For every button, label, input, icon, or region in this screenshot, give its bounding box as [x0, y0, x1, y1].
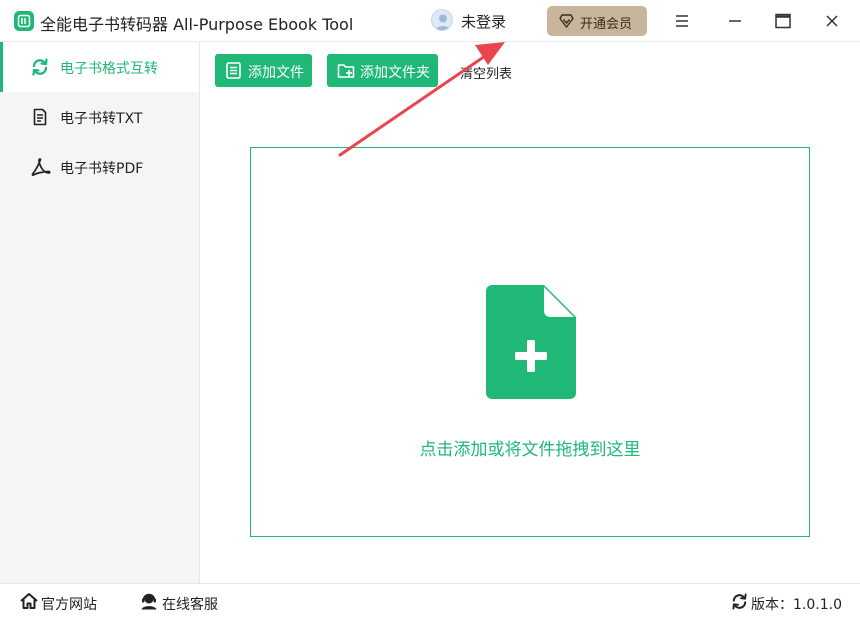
- close-icon[interactable]: [822, 11, 842, 31]
- login-status[interactable]: 未登录: [461, 11, 506, 32]
- customer-service-icon: [141, 593, 157, 610]
- maximize-icon[interactable]: [773, 11, 793, 31]
- online-service-link[interactable]: 在线客服: [140, 584, 230, 617]
- pdf-icon: [31, 158, 51, 176]
- document-icon: [31, 108, 49, 126]
- app-title: 全能电子书转码器 All-Purpose Ebook Tool: [40, 15, 354, 34]
- refresh-icon: [31, 58, 49, 76]
- online-service-label: 在线客服: [162, 597, 218, 613]
- official-website-label: 官方网站: [41, 597, 97, 613]
- minimize-icon[interactable]: [725, 11, 745, 31]
- menu-icon[interactable]: [672, 11, 692, 31]
- version-label: 版本：1.0.1.0: [751, 597, 842, 613]
- footer: 官方网站 在线客服 版本：1.0.1.0: [0, 583, 860, 617]
- vip-button-label: 开通会员: [580, 17, 633, 32]
- sidebar-item-label: 电子书转TXT: [60, 111, 143, 127]
- file-plus-icon: [486, 285, 576, 404]
- sidebar-item-to-txt[interactable]: 电子书转TXT: [0, 92, 199, 142]
- drop-hint: 点击添加或将文件拖拽到这里: [419, 440, 641, 460]
- sidebar-item-format-convert[interactable]: 电子书格式互转: [0, 42, 199, 92]
- sidebar: 电子书格式互转 电子书转TXT 电子书转PDF: [0, 42, 200, 583]
- add-file-label: 添加文件: [248, 65, 304, 81]
- add-file-button[interactable]: 添加文件: [215, 54, 312, 87]
- vip-button[interactable]: 开通会员: [547, 6, 647, 36]
- file-list-icon: [226, 62, 241, 79]
- app-logo-icon: [14, 11, 34, 31]
- official-website-link[interactable]: 官方网站: [20, 584, 100, 617]
- sidebar-item-label: 电子书转PDF: [60, 161, 144, 177]
- home-icon: [20, 593, 38, 609]
- user-avatar-icon[interactable]: [431, 9, 453, 31]
- version-info[interactable]: 版本：1.0.1.0: [731, 584, 846, 617]
- sidebar-item-to-pdf[interactable]: 电子书转PDF: [0, 142, 199, 192]
- update-icon: [732, 593, 747, 610]
- file-drop-zone[interactable]: 点击添加或将文件拖拽到这里: [250, 147, 810, 537]
- sidebar-item-label: 电子书格式互转: [60, 61, 158, 77]
- diamond-icon: [559, 14, 574, 28]
- annotation-arrow-icon: [338, 42, 505, 157]
- active-indicator: [0, 42, 3, 92]
